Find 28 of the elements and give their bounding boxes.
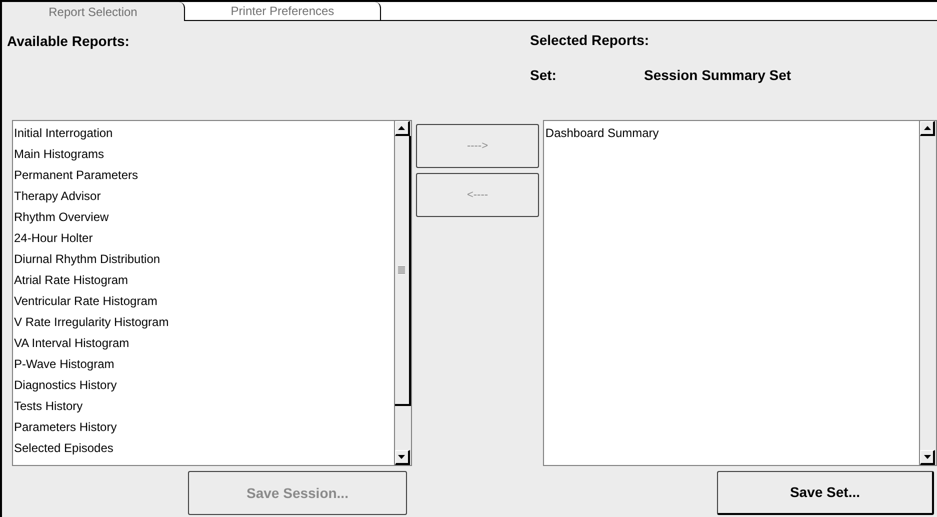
- tab[interactable]: Printer Preferences: [185, 2, 381, 21]
- list-item[interactable]: Atrial Rate Histogram: [13, 270, 394, 291]
- grip-icon: [398, 266, 406, 274]
- list-item[interactable]: Diurnal Rhythm Distribution: [13, 249, 394, 270]
- list-item[interactable]: Therapy Advisor: [13, 186, 394, 207]
- list-item[interactable]: Parameters History: [13, 417, 394, 438]
- scrollbar[interactable]: [919, 121, 936, 465]
- list-item[interactable]: P-Wave Histogram: [13, 354, 394, 375]
- list-item[interactable]: Rhythm Overview: [13, 207, 394, 228]
- button[interactable]: Save Set...: [717, 471, 934, 515]
- list-item[interactable]: Main Histograms: [13, 144, 394, 165]
- scrollbar-thumb[interactable]: [394, 136, 411, 406]
- list-item[interactable]: Permanent Parameters: [13, 165, 394, 186]
- list-item[interactable]: Tests History: [13, 396, 394, 417]
- section-heading: Selected Reports:: [530, 31, 650, 50]
- set-name: Session Summary Set: [644, 66, 792, 85]
- scrollbar[interactable]: [394, 121, 411, 465]
- list-item[interactable]: Dashboard Summary: [544, 123, 919, 144]
- set-label: Set:: [530, 66, 558, 85]
- list-item[interactable]: 24-Hour Holter: [13, 228, 394, 249]
- list-item[interactable]: VA Interval Histogram: [13, 333, 394, 354]
- list-item[interactable]: Diagnostics History: [13, 375, 394, 396]
- list-item[interactable]: Ventricular Rate Histogram: [13, 291, 394, 312]
- tab[interactable]: Report Selection: [2, 2, 185, 21]
- list-item[interactable]: V Rate Irregularity Histogram: [13, 312, 394, 333]
- section-heading: Available Reports:: [7, 33, 130, 49]
- list-item[interactable]: Selected Episodes: [13, 438, 394, 459]
- list-item[interactable]: Initial Interrogation: [13, 123, 394, 144]
